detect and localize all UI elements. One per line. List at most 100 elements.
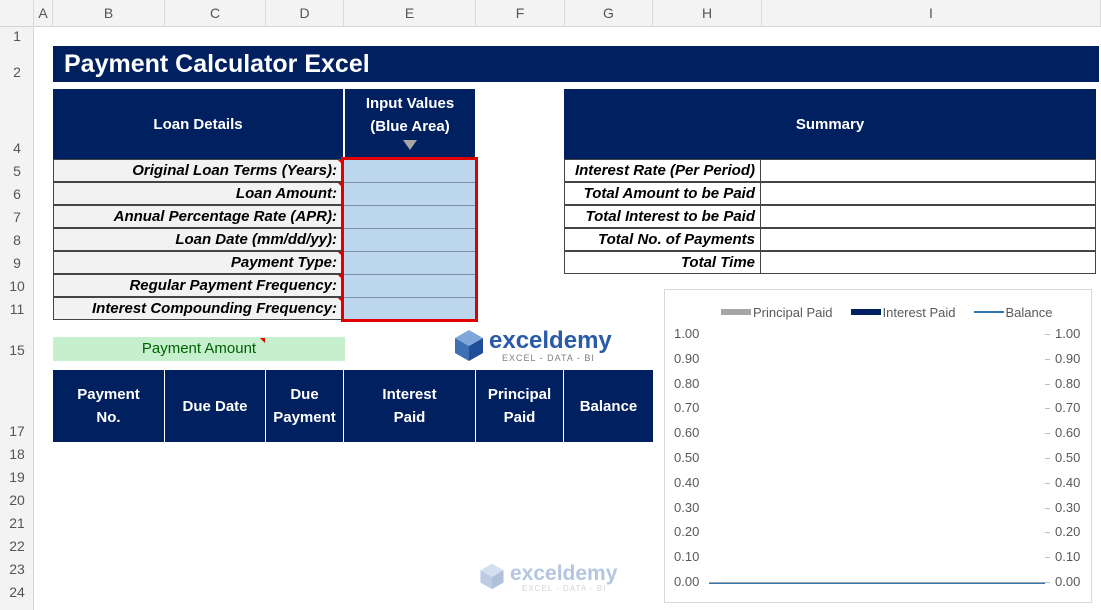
payment-no-header[interactable]: Payment No. [53,370,165,442]
column-header-h[interactable]: H [653,0,762,27]
row-header-23[interactable]: 23 [0,561,34,579]
total-amount-value[interactable] [761,182,1096,205]
y-tick-mark-right [1045,408,1050,410]
cube-icon [455,330,483,361]
input-values-header[interactable]: Input Values (Blue Area) [345,89,475,159]
legend-label-balance: Balance [1005,304,1053,320]
loan-term-label: Original Loan Terms (Years): [53,159,343,182]
row-header-7[interactable]: 7 [0,209,34,227]
total-payments-value[interactable] [761,228,1096,251]
column-header-e[interactable]: E [344,0,476,27]
y-tick-label-right: 0.70 [1055,400,1081,416]
row-header-bar: 1 2 4 5 6 7 8 9 10 11 15 17 18 19 20 21 … [0,27,34,610]
row-header-15[interactable]: 15 [0,342,34,360]
total-interest-value[interactable] [761,205,1096,228]
logo-tagline: EXCEL - DATA - BI [502,353,595,363]
input-values-header-line1: Input Values [365,95,455,112]
due-payment-header-line1: Due [290,386,319,403]
row-header-19[interactable]: 19 [0,469,34,487]
principal-paid-header-line2: Paid [503,409,536,426]
y-tick-label-left: 0.60 [674,425,700,441]
interest-paid-header[interactable]: Interest Paid [344,370,476,442]
comment-indicator[interactable] [260,338,265,343]
loan-amount-label: Loan Amount: [53,182,343,205]
column-header-i[interactable]: I [762,0,1101,27]
y-tick-mark-right [1045,507,1050,509]
column-header-b[interactable]: B [53,0,165,27]
row-header-5[interactable]: 5 [0,163,34,181]
due-date-header[interactable]: Due Date [165,370,266,442]
y-tick-label-left: 0.00 [674,574,700,589]
y-tick-mark-right [1045,557,1050,559]
y-tick-mark-right [1045,358,1050,360]
column-header-a[interactable]: A [34,0,53,27]
column-header-c[interactable]: C [165,0,266,27]
y-tick-label-right: 0.10 [1055,549,1081,565]
y-tick-label-left: 0.80 [674,375,700,391]
input-values-header-line2: (Blue Area) [370,118,450,135]
loan-details-header[interactable]: Loan Details [53,89,343,159]
compounding-frequency-label: Interest Compounding Frequency: [53,297,343,320]
y-tick-label-left: 0.20 [674,524,700,540]
y-tick-label-right: 0.50 [1055,450,1081,465]
y-tick-mark-right [1045,582,1050,583]
row-header-8[interactable]: 8 [0,232,34,250]
payment-frequency-label: Regular Payment Frequency: [53,274,343,297]
y-tick-label-right: 0.40 [1055,474,1081,490]
y-tick-label-left: 0.40 [674,474,700,490]
payment-chart[interactable]: Principal Paid Interest Paid Balance 0.0… [664,289,1092,603]
cube-icon [480,563,504,590]
interest-rate-per-period-label: Interest Rate (Per Period) [564,159,761,182]
total-interest-label: Total Interest to be Paid [564,205,761,228]
y-tick-label-left: 1.00 [674,326,700,341]
principal-paid-header[interactable]: Principal Paid [476,370,564,442]
total-payments-label: Total No. of Payments [564,228,761,251]
total-time-label: Total Time [564,251,761,274]
y-tick-label-left: 0.10 [674,549,700,565]
interest-rate-per-period-value[interactable] [761,159,1096,182]
down-triangle-icon [403,140,417,150]
row-header-9[interactable]: 9 [0,255,34,273]
loan-date-label: Loan Date (mm/dd/yy): [53,228,343,251]
column-header-bar: A B C D E F G H I [0,0,1101,27]
y-tick-mark-right [1045,433,1050,435]
row-header-10[interactable]: 10 [0,278,34,296]
row-header-1[interactable]: 1 [0,28,34,46]
y-tick-mark-right [1045,383,1050,385]
balance-header[interactable]: Balance [564,370,653,442]
row-header-20[interactable]: 20 [0,492,34,510]
row-header-22[interactable]: 22 [0,538,34,556]
total-amount-label: Total Amount to be Paid [564,182,761,205]
payment-amount-label[interactable]: Payment Amount [53,337,345,361]
chart-legend: Principal Paid Interest Paid Balance [721,304,1052,320]
summary-header[interactable]: Summary [564,89,1096,159]
column-header-g[interactable]: G [565,0,653,27]
row-header-21[interactable]: 21 [0,515,34,533]
legend-swatch-balance [973,311,1004,313]
series-balance-line [709,583,1045,584]
payment-no-header-line1: Payment [77,386,140,403]
y-tick-label-left: 0.50 [674,450,700,465]
column-header-f[interactable]: F [476,0,565,27]
row-header-6[interactable]: 6 [0,186,34,204]
total-time-value[interactable] [761,251,1096,274]
principal-paid-header-line1: Principal [487,386,552,403]
row-header-11[interactable]: 11 [0,301,34,319]
exceldemy-watermark: exceldemy EXCEL - DATA - BI [478,562,628,594]
y-tick-label-right: 0.00 [1055,574,1081,589]
select-all-corner[interactable] [0,0,34,27]
y-tick-label-right: 0.80 [1055,375,1081,391]
y-tick-label-right: 0.90 [1055,350,1081,366]
watermark-name: exceldemy [510,562,618,585]
row-header-17[interactable]: 17 [0,423,34,441]
row-header-4[interactable]: 4 [0,140,34,158]
column-header-d[interactable]: D [266,0,344,27]
row-header-18[interactable]: 18 [0,446,34,464]
y-tick-label-right: 0.60 [1055,425,1081,441]
due-payment-header[interactable]: Due Payment [266,370,344,442]
apr-label: Annual Percentage Rate (APR): [53,205,343,228]
row-header-24[interactable]: 24 [0,584,34,602]
sheet-title[interactable]: Payment Calculator Excel [53,46,1099,82]
row-header-2[interactable]: 2 [0,64,34,82]
due-payment-header-line2: Payment [273,409,336,426]
